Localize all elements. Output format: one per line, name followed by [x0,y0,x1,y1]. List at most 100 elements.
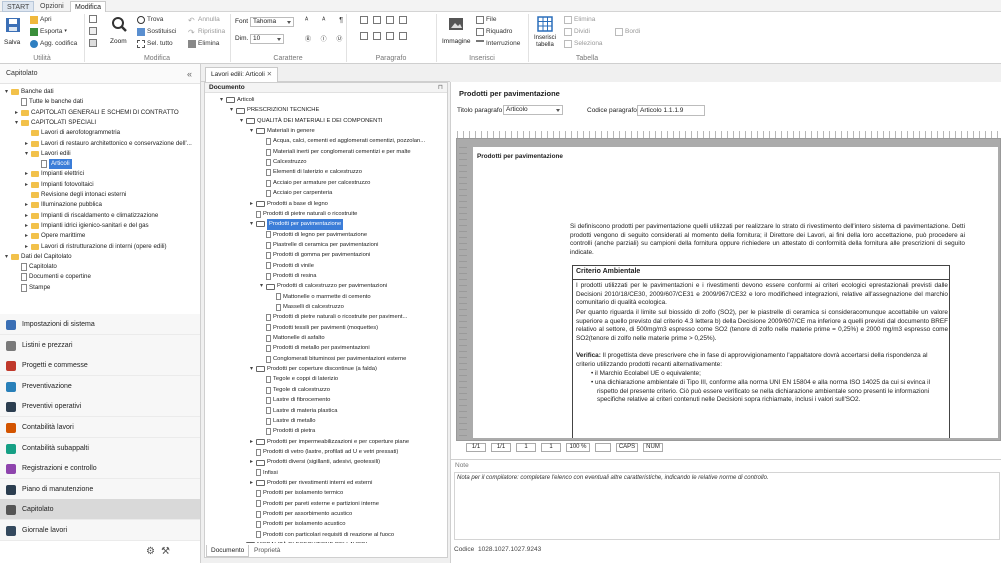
chevron-down-icon[interactable]: ▾ [249,364,254,375]
tree-item[interactable]: ▸ Impianti di riscaldamento e climatizzaz… [24,211,158,221]
tab-proprieta[interactable]: Proprietà [250,545,284,557]
chevron-down-icon[interactable]: ▾ [14,118,19,128]
document-tree-item[interactable]: Mattonelle di asfalto [259,333,325,344]
document-tree-item[interactable]: Prodotti tessili per pavimenti (moquette… [259,323,378,334]
document-tree-item[interactable]: Elementi di laterizio e calcestruzzo [259,167,362,178]
agg-codifica-button[interactable]: Agg. codifica [30,39,77,48]
elimina-button[interactable]: Elimina [188,39,219,48]
document-tree-item[interactable]: Piastrelle di ceramica per pavimentazion… [259,240,378,251]
esporta-button[interactable]: Esporta ▾ [30,27,67,36]
document-tree-item[interactable]: Prodotti con particolari requisiti di re… [249,530,394,541]
sostituisci-button[interactable]: Sostituisci [137,27,176,36]
tree-item[interactable]: ▸ CAPITOLATI GENERALI E SCHEMI DI CONTRAT… [14,108,179,118]
trova-button[interactable]: Trova [137,15,163,24]
tab-opzioni[interactable]: Opzioni [36,1,68,12]
chevron-right-icon[interactable]: ▸ [24,221,29,231]
tree-item[interactable]: ▾ Banche dati [4,87,54,97]
chevron-right-icon[interactable]: ▸ [249,437,254,448]
document-tree-item[interactable]: Prodotti di gomma per pavimentazioni [259,250,370,261]
chevron-down-icon[interactable]: ▾ [239,116,244,127]
document-tree-item[interactable]: ▸ Prodotti per impermeabilizzazioni e per… [249,437,409,448]
document-tree-item[interactable]: Tegole di calcestruzzo [259,385,330,396]
document-tree-item[interactable]: Acciaio per carpenteria [259,188,332,199]
tab-documento[interactable]: Documento [206,545,250,557]
tree-item[interactable]: Articoli [34,159,72,170]
chevron-down-icon[interactable]: ▾ [229,105,234,116]
ripristina-button[interactable]: ↷ Ripristina [188,27,225,37]
format-icons-row1[interactable]: ᴬ ᴬ ¶ [305,17,349,24]
tree-item[interactable]: ▸ Illuminazione pubblica [24,200,102,210]
chevron-down-icon[interactable]: ▾ [24,149,29,159]
collapse-icon[interactable]: « [187,64,192,84]
tree-item[interactable]: ▸ Impianti elettrici [24,169,84,179]
nav-item[interactable]: Contabilità lavori [0,417,200,438]
nav-item[interactable]: Preventivazione [0,375,200,397]
sel-tutto-button[interactable]: Sel. tutto [137,39,173,48]
tree-item[interactable]: ▸ Lavori di ristrutturazione di interni (… [24,242,167,252]
nav-item[interactable]: Contabilità subappalti [0,437,200,459]
annulla-button[interactable]: ↶ Annulla [188,15,220,25]
close-icon[interactable]: ✕ [267,71,272,78]
tree-item[interactable]: Stampe [14,283,50,293]
document-tree-item[interactable]: Prodotti di vetro (lastre, profilati ad … [249,447,398,458]
indent-icon[interactable] [386,32,394,40]
chevron-right-icon[interactable]: ▸ [24,211,29,221]
document-tree-item[interactable]: Infissi [249,468,278,479]
titolo-paragrafo-select[interactable]: Articolo [503,105,563,115]
align-buttons[interactable] [360,16,424,25]
tree-item[interactable]: Capitolato [14,262,57,272]
interruzione-button[interactable]: Interruzione [476,39,520,48]
bullet-list-icon[interactable] [360,32,368,40]
nav-item[interactable]: Giornale lavori [0,520,200,541]
cut-icon[interactable] [89,15,97,23]
save-button[interactable]: Salva [4,15,22,51]
align-right-icon[interactable] [386,16,394,24]
tree-item[interactable]: ▾ CAPITOLATI SPECIALI [14,118,96,128]
document-tab[interactable]: Lavori edili: Articoli ✕ [205,67,279,82]
document-tree-item[interactable]: Prodotti di metallo per pavimentazioni [259,343,370,354]
tree-item[interactable]: ▸ Lavori di restauro architettonico e con… [24,139,192,149]
chevron-down-icon[interactable]: ▾ [4,87,9,97]
number-list-icon[interactable] [373,32,381,40]
chevron-down-icon[interactable]: ▾ [249,219,254,230]
document-tree-item[interactable]: Lastre di metallo [259,416,316,427]
bordi-button[interactable]: Bordi [615,27,640,36]
chevron-right-icon[interactable]: ▸ [239,540,244,543]
nav-item[interactable]: Progetti e commesse [0,355,200,377]
immagine-button[interactable]: Immagine [442,15,471,53]
footer-icons[interactable]: ⚙⚒ [146,546,186,558]
chevron-right-icon[interactable]: ▸ [24,242,29,252]
document-tree-item[interactable]: ▾ Prodotti di calcestruzzo per pavimentaz… [259,281,387,292]
document-tree-item[interactable]: Prodotti per isolamento termico [249,488,343,499]
document-tree-item[interactable]: Prodotti di legno per pavimentazione [259,230,367,241]
document-tree-item[interactable]: ▾ QUALITÀ DEI MATERIALI E DEI COMPONENTI [239,116,383,127]
dividi-button[interactable]: Dividi [564,27,590,36]
inserisci-tabella-button[interactable]: Inserisci tabella [532,15,558,55]
editor-area[interactable]: Prodotti per pavimentazione Si definisco… [456,138,1001,441]
document-tree-item[interactable]: Prodotti di pietra [259,426,315,437]
table-elimina-button[interactable]: Elimina [564,15,595,24]
document-tree-item[interactable]: ▾ Articoli [219,95,254,106]
tree-item[interactable]: ▸ Impianti fotovoltaici [24,180,94,190]
chevron-right-icon[interactable]: ▸ [249,457,254,468]
tab-modifica[interactable]: Modifica [70,1,107,12]
document-tree-item[interactable]: Acqua, calci, cementi ed agglomerati cem… [259,136,425,147]
tree-item[interactable]: ▸ Opere marittime [24,231,85,241]
chevron-down-icon[interactable]: ▾ [219,95,224,106]
document-tree-item[interactable]: ▸ Prodotti per rivestimenti interni ed es… [249,478,372,489]
document-tree-item[interactable]: Tegole e coppi di laterizio [259,374,338,385]
copy-icon[interactable] [89,27,97,35]
document-page[interactable]: Prodotti per pavimentazione Si definisco… [473,147,998,438]
format-icons-row2[interactable]: Ⓑ Ⓘ Ⓤ [305,34,346,43]
nav-item[interactable]: Capitolato [0,499,200,521]
chevron-down-icon[interactable]: ▾ [4,252,9,262]
align-center-icon[interactable] [373,16,381,24]
chevron-right-icon[interactable]: ▸ [24,231,29,241]
document-tree-item[interactable]: Prodotti per pareti esterne e partizioni… [249,499,379,510]
pin-icon[interactable]: ⊓ [438,83,443,93]
apri-button[interactable]: Apri [30,15,52,24]
tree-item[interactable]: ▸ Impianti idrici igienico-sanitari e del… [24,221,149,231]
chevron-down-icon[interactable]: ▾ [249,126,254,137]
document-tree-item[interactable]: ▸ Prodotti diversi (sigillanti, adesivi, … [249,457,380,468]
document-tree-item[interactable]: ▸ MODALITÀ DI ESECUZIONE DEI LAVORI [239,540,367,543]
